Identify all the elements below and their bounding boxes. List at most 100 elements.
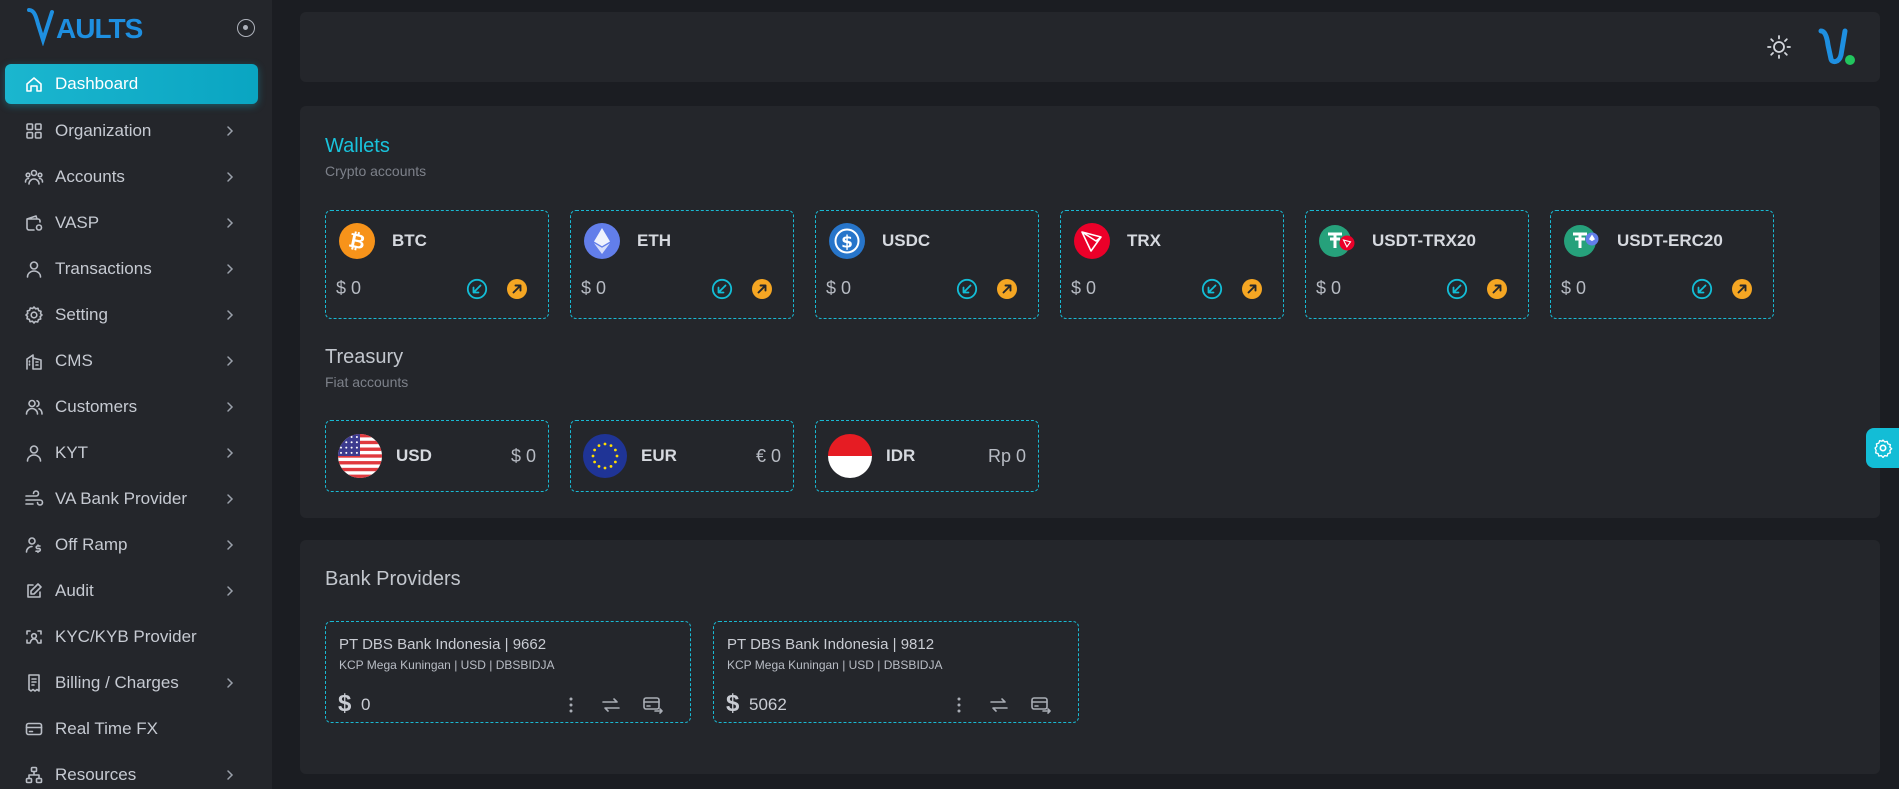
sidebar-item-real-time-fx[interactable]: Real Time FX — [0, 706, 272, 752]
fiat-tile-usd[interactable]: USD $ 0 — [325, 420, 549, 492]
bank-name: PT DBS Bank Indonesia | 9812 — [727, 636, 935, 653]
usdc-icon: $ — [829, 223, 865, 259]
fiat-tile-eur[interactable]: EUR € 0 — [570, 420, 794, 492]
face-scan-icon — [24, 627, 44, 647]
fiat-tile-idr[interactable]: IDR Rp 0 — [815, 420, 1039, 492]
sidebar-item-label: Audit — [55, 581, 94, 600]
sidebar-item-label: Transactions — [55, 259, 152, 278]
receive-icon[interactable] — [711, 278, 733, 300]
sidebar-item-organization[interactable]: Organization — [0, 108, 272, 154]
top-bar — [300, 12, 1880, 82]
fiat-amount: Rp 0 — [987, 446, 1026, 466]
bank-provider-tile[interactable]: PT DBS Bank Indonesia | 9812 KCP Mega Kun… — [713, 621, 1079, 723]
treasury-title: Treasury — [325, 346, 404, 368]
settings-drawer-button[interactable] — [1866, 428, 1899, 468]
wallet-amount: $ 0 — [826, 278, 852, 298]
id-flag-icon — [828, 434, 872, 478]
wind-icon — [24, 489, 44, 509]
wallet-amount: $ 0 — [1071, 278, 1097, 298]
usdt-erc20-icon — [1564, 225, 1599, 257]
sidebar-item-accounts[interactable]: Accounts — [0, 154, 272, 200]
sidebar-item-kyt[interactable]: KYT — [0, 430, 272, 476]
sidebar-collapse-icon[interactable] — [237, 19, 255, 37]
trx-icon — [1074, 223, 1110, 259]
send-icon[interactable] — [751, 278, 773, 300]
card-transfer-icon[interactable] — [1030, 694, 1052, 716]
sidebar-item-vasp[interactable]: VASP — [0, 200, 272, 246]
chevron-right-icon — [227, 126, 234, 136]
sidebar-item-billing-charges[interactable]: Billing / Charges — [0, 660, 272, 706]
network-icon — [24, 765, 44, 785]
wallet-amount: $ 0 — [336, 278, 362, 298]
chevron-right-icon — [227, 678, 234, 688]
fiat-symbol: USD — [396, 446, 432, 465]
eth-icon — [584, 223, 620, 259]
sidebar-item-label: Accounts — [55, 167, 125, 186]
grid-icon — [24, 121, 44, 141]
sun-icon[interactable] — [1766, 34, 1792, 60]
btc-icon: ₿ — [339, 223, 375, 259]
receive-icon[interactable] — [1201, 278, 1223, 300]
transfer-icon[interactable] — [600, 694, 622, 716]
send-icon[interactable] — [1241, 278, 1263, 300]
send-icon[interactable] — [996, 278, 1018, 300]
more-vertical-icon[interactable] — [560, 694, 582, 716]
wallet-tile-trx[interactable]: TRX $ 0 — [1060, 210, 1284, 319]
bank-name: PT DBS Bank Indonesia | 9662 — [339, 636, 547, 653]
receive-icon[interactable] — [1446, 278, 1468, 300]
transfer-icon[interactable] — [988, 694, 1010, 716]
sidebar-item-va-bank-provider[interactable]: VA Bank Provider — [0, 476, 272, 522]
sidebar-nav: Dashboard Organization Accounts VASP Transac… — [0, 64, 272, 789]
wallet-symbol: BTC — [392, 231, 427, 250]
usdt-trx20-icon — [1319, 225, 1355, 257]
wallet-amount: $ 0 — [1561, 278, 1587, 298]
sidebar-item-label: Dashboard — [55, 74, 139, 93]
us-flag-icon — [338, 434, 382, 478]
sidebar-item-audit[interactable]: Audit — [0, 568, 272, 614]
sidebar-item-transactions[interactable]: Transactions — [0, 246, 272, 292]
bank-detail: KCP Mega Kuningan | USD | DBSBIDJA — [727, 658, 943, 672]
sidebar-item-dashboard[interactable]: Dashboard — [5, 64, 258, 104]
avatar[interactable] — [1815, 25, 1857, 67]
users-icon — [24, 397, 44, 417]
dollar-icon: $ — [726, 690, 740, 717]
sidebar-item-customers[interactable]: Customers — [0, 384, 272, 430]
send-icon[interactable] — [1486, 278, 1508, 300]
sidebar-item-label: KYT — [55, 443, 89, 462]
bank-provider-tile[interactable]: PT DBS Bank Indonesia | 9662 KCP Mega Kun… — [325, 621, 691, 723]
chevron-right-icon — [227, 402, 234, 412]
sidebar-item-label: Off Ramp — [55, 535, 128, 554]
chevron-right-icon — [227, 586, 234, 596]
receive-icon[interactable] — [466, 278, 488, 300]
wallet-symbol: ETH — [637, 231, 671, 250]
sidebar-item-kyc-kyb-provider[interactable]: KYC/KYB Provider — [0, 614, 272, 660]
chevron-right-icon — [227, 218, 234, 228]
treasury-subtitle: Fiat accounts — [325, 374, 409, 390]
sidebar-item-resources[interactable]: Resources — [0, 752, 272, 789]
receive-icon[interactable] — [1691, 278, 1713, 300]
sidebar-item-setting[interactable]: Setting — [0, 292, 272, 338]
wallet-tile-eth[interactable]: ETH $ 0 — [570, 210, 794, 319]
sidebar-item-label: Billing / Charges — [55, 673, 179, 692]
more-vertical-icon[interactable] — [948, 694, 970, 716]
chevron-right-icon — [227, 770, 234, 780]
card-transfer-icon[interactable] — [642, 694, 664, 716]
send-icon[interactable] — [1731, 278, 1753, 300]
chevron-right-icon — [227, 356, 234, 366]
wallet-tile-usdc[interactable]: $ USDC $ 0 — [815, 210, 1039, 319]
wallet-tile-btc[interactable]: ₿ BTC $ 0 — [325, 210, 549, 319]
send-icon[interactable] — [506, 278, 528, 300]
sidebar-item-off-ramp[interactable]: Off Ramp — [0, 522, 272, 568]
vaults-logo[interactable]: AULTS — [26, 6, 154, 55]
sidebar-item-label: VA Bank Provider — [55, 489, 187, 508]
sidebar-item-cms[interactable]: CMS — [0, 338, 272, 384]
receive-icon[interactable] — [956, 278, 978, 300]
wallets-title: Wallets — [325, 135, 390, 157]
home-icon — [24, 74, 44, 94]
wallet-tile-usdt-trx20[interactable]: USDT-TRX20 $ 0 — [1305, 210, 1529, 319]
wallet-amount: $ 0 — [1316, 278, 1342, 298]
wallet-tile-usdt-erc20[interactable]: USDT-ERC20 $ 0 — [1550, 210, 1774, 319]
gear-icon — [1873, 439, 1892, 458]
chevron-right-icon — [227, 540, 234, 550]
eu-flag-icon — [583, 434, 627, 478]
